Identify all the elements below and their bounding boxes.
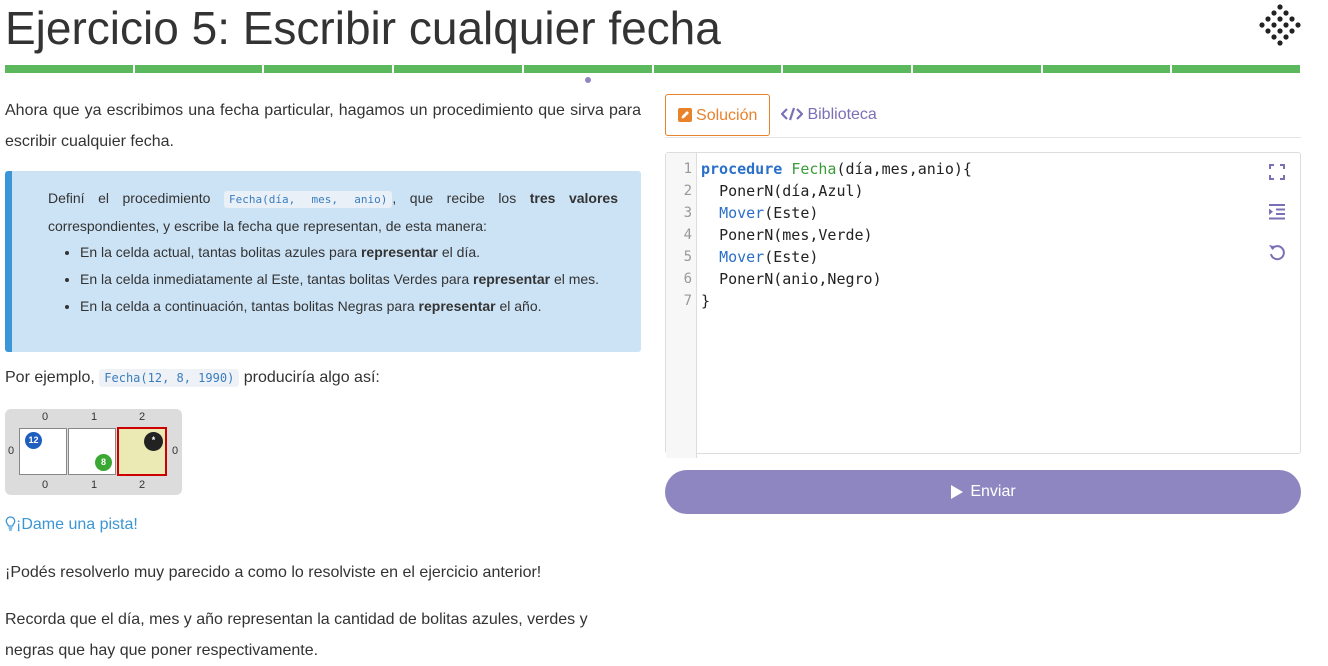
hint-paragraph: Recorda que el día, mes y año representa… (5, 611, 588, 659)
tab-solution[interactable]: Solución (665, 94, 770, 136)
reset-icon[interactable] (1268, 243, 1286, 261)
current-step-indicator (585, 77, 591, 83)
column-label: 2 (139, 479, 146, 491)
tab-library[interactable]: Biblioteca (780, 94, 877, 136)
line-number-gutter: 1 2 3 4 5 6 7 (666, 153, 697, 458)
row-label: 0 (8, 445, 15, 457)
board-cell-head: * (117, 427, 167, 476)
progress-step[interactable] (1042, 65, 1171, 73)
intro-text: Ahora que ya escribimos una fecha partic… (5, 102, 641, 150)
code-editor[interactable]: 1 2 3 4 5 6 7 procedure Fecha(día,mes,an… (665, 152, 1301, 458)
lightbulb-icon (5, 516, 16, 531)
submit-button[interactable]: Enviar (665, 470, 1301, 514)
code-content[interactable]: procedure Fecha(día,mes,anio){ PonerN(dí… (701, 158, 972, 312)
blue-ball: 12 (25, 432, 42, 449)
edit-icon (677, 108, 692, 122)
example-code: Fecha(12, 8, 1990) (99, 369, 240, 387)
progress-step[interactable] (134, 65, 263, 73)
progress-step[interactable] (912, 65, 1041, 73)
code-line[interactable]: PonerN(día,Azul) (701, 180, 972, 202)
progress-step[interactable] (1172, 65, 1301, 73)
code-line[interactable]: Mover(Este) (701, 246, 972, 268)
column-label: 0 (42, 479, 49, 491)
callout-text: Definí el procedimiento Fecha(día, mes, … (48, 190, 618, 234)
column-label: 0 (42, 411, 49, 423)
hint-paragraph: ¡Podés resolverlo muy parecido a como lo… (5, 564, 542, 581)
instructions-callout: Definí el procedimiento Fecha(día, mes, … (5, 171, 641, 352)
list-item: En la celda inmediatamente al Este, tant… (80, 266, 599, 293)
progress-step-current[interactable] (523, 65, 652, 73)
progress-step[interactable] (264, 65, 393, 73)
mumuki-logo-icon[interactable] (1258, 3, 1302, 47)
board-cell: 8 (68, 428, 116, 475)
progress-step[interactable] (783, 65, 911, 73)
progress-step[interactable] (394, 65, 522, 73)
code-line[interactable]: Mover(Este) (701, 202, 972, 224)
progress-step[interactable] (5, 65, 133, 73)
gobstones-board: 0 1 2 0 0 12 8 * 0 1 2 (5, 409, 182, 495)
page-title: Ejercicio 5: Escribir cualquier fecha (5, 2, 721, 54)
progress-step[interactable] (653, 65, 782, 73)
code-line[interactable]: procedure Fecha(día,mes,anio){ (701, 158, 972, 180)
editor-tabs: Solución Biblioteca (665, 94, 1301, 138)
requirements-list: En la celda actual, tantas bolitas azule… (80, 239, 599, 320)
list-item: En la celda a continuación, tantas bolit… (80, 293, 599, 320)
hint-link[interactable]: ¡Dame una pista! (5, 513, 138, 537)
list-item: En la celda actual, tantas bolitas azule… (80, 239, 599, 266)
column-label: 2 (139, 411, 146, 423)
board-cell: 12 (19, 428, 67, 475)
black-ball: * (144, 432, 163, 451)
code-line[interactable]: } (701, 290, 972, 312)
example-text: Por ejemplo, Fecha(12, 8, 1990) producir… (5, 369, 380, 387)
column-label: 1 (91, 411, 98, 423)
play-icon (951, 485, 964, 499)
fullscreen-icon[interactable] (1268, 163, 1286, 181)
row-label: 0 (172, 445, 179, 457)
column-label: 1 (91, 479, 98, 491)
code-icon (780, 107, 804, 121)
exercise-progress-bar (5, 65, 1301, 73)
indent-icon[interactable] (1268, 203, 1286, 221)
code-line[interactable]: PonerN(mes,Verde) (701, 224, 972, 246)
procedure-signature-code: Fecha(día, mes, anio) (224, 191, 393, 208)
code-line[interactable]: PonerN(anio,Negro) (701, 268, 972, 290)
green-ball: 8 (95, 454, 112, 471)
